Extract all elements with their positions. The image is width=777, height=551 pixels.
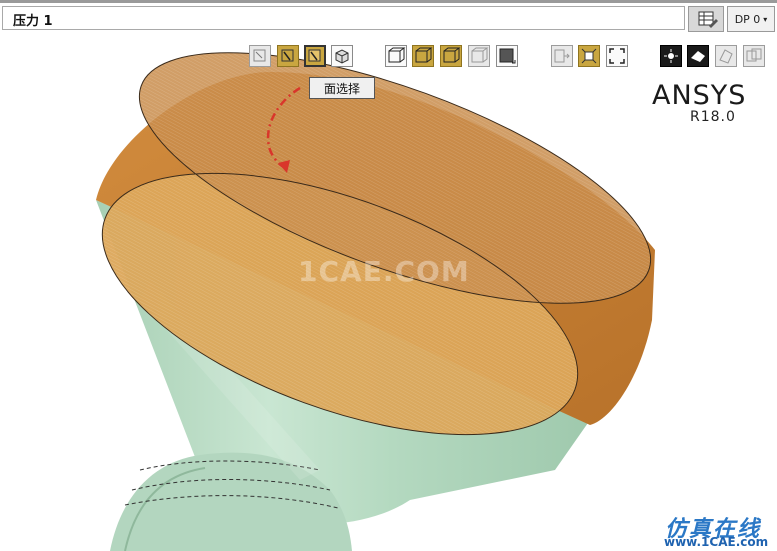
light-button[interactable] — [660, 45, 682, 67]
point-select-icon — [281, 49, 294, 62]
face-select-button[interactable] — [304, 45, 326, 67]
box-select-gold-button-2[interactable] — [440, 45, 462, 67]
point-select-button[interactable] — [277, 45, 299, 67]
fullscreen-icon — [609, 48, 625, 64]
wechat-icon — [553, 507, 575, 526]
extend-selection-button[interactable] — [551, 45, 573, 67]
brand-logo: ANSYS — [652, 80, 747, 111]
box-select-button[interactable] — [385, 45, 407, 67]
watermark-center: 1CAE.COM — [298, 255, 470, 288]
shading-mode-button[interactable] — [496, 45, 518, 67]
box-select-gold-icon-2 — [443, 47, 461, 63]
body-select-icon — [335, 49, 349, 64]
light-icon — [664, 49, 678, 63]
zoom-fit-gold-icon — [581, 48, 597, 64]
tooltip: 面选择 — [309, 77, 375, 99]
select-mode-icon — [253, 49, 266, 62]
table-edit-icon — [698, 11, 718, 28]
box-select-grey-icon — [471, 47, 489, 63]
section-button[interactable] — [743, 45, 765, 67]
box-select-grey-button[interactable] — [468, 45, 490, 67]
extend-selection-icon — [554, 49, 570, 63]
box-select-gold-button[interactable] — [412, 45, 434, 67]
title-bar: 压力 1 DP 0 ▾ — [0, 0, 777, 34]
design-point-dropdown[interactable]: DP 0 ▾ — [727, 6, 775, 32]
watermark-url: www.1CAE.com — [664, 535, 769, 549]
wireframe-button[interactable] — [715, 45, 737, 67]
edge-display-icon — [691, 51, 705, 62]
table-view-button[interactable] — [688, 6, 724, 32]
zoom-fit-button[interactable] — [578, 45, 600, 67]
fullscreen-button[interactable] — [606, 45, 628, 67]
design-point-label: DP 0 — [734, 12, 761, 26]
select-mode-button[interactable] — [249, 45, 271, 67]
title-field[interactable]: 压力 1 — [2, 6, 685, 30]
page-title: 压力 1 — [13, 14, 53, 29]
version-label: R18.0 — [690, 109, 736, 125]
wireframe-icon — [719, 49, 733, 64]
box-select-gold-icon — [415, 47, 433, 63]
chevron-down-icon: ▾ — [763, 14, 768, 24]
graphics-viewport[interactable] — [0, 34, 777, 551]
body-select-button[interactable] — [331, 45, 353, 67]
section-icon — [746, 48, 762, 62]
model-canvas — [96, 52, 655, 551]
edge-display-button[interactable] — [687, 45, 709, 67]
shading-mode-icon — [499, 48, 516, 64]
box-select-icon — [388, 47, 406, 63]
face-select-icon — [308, 49, 321, 62]
